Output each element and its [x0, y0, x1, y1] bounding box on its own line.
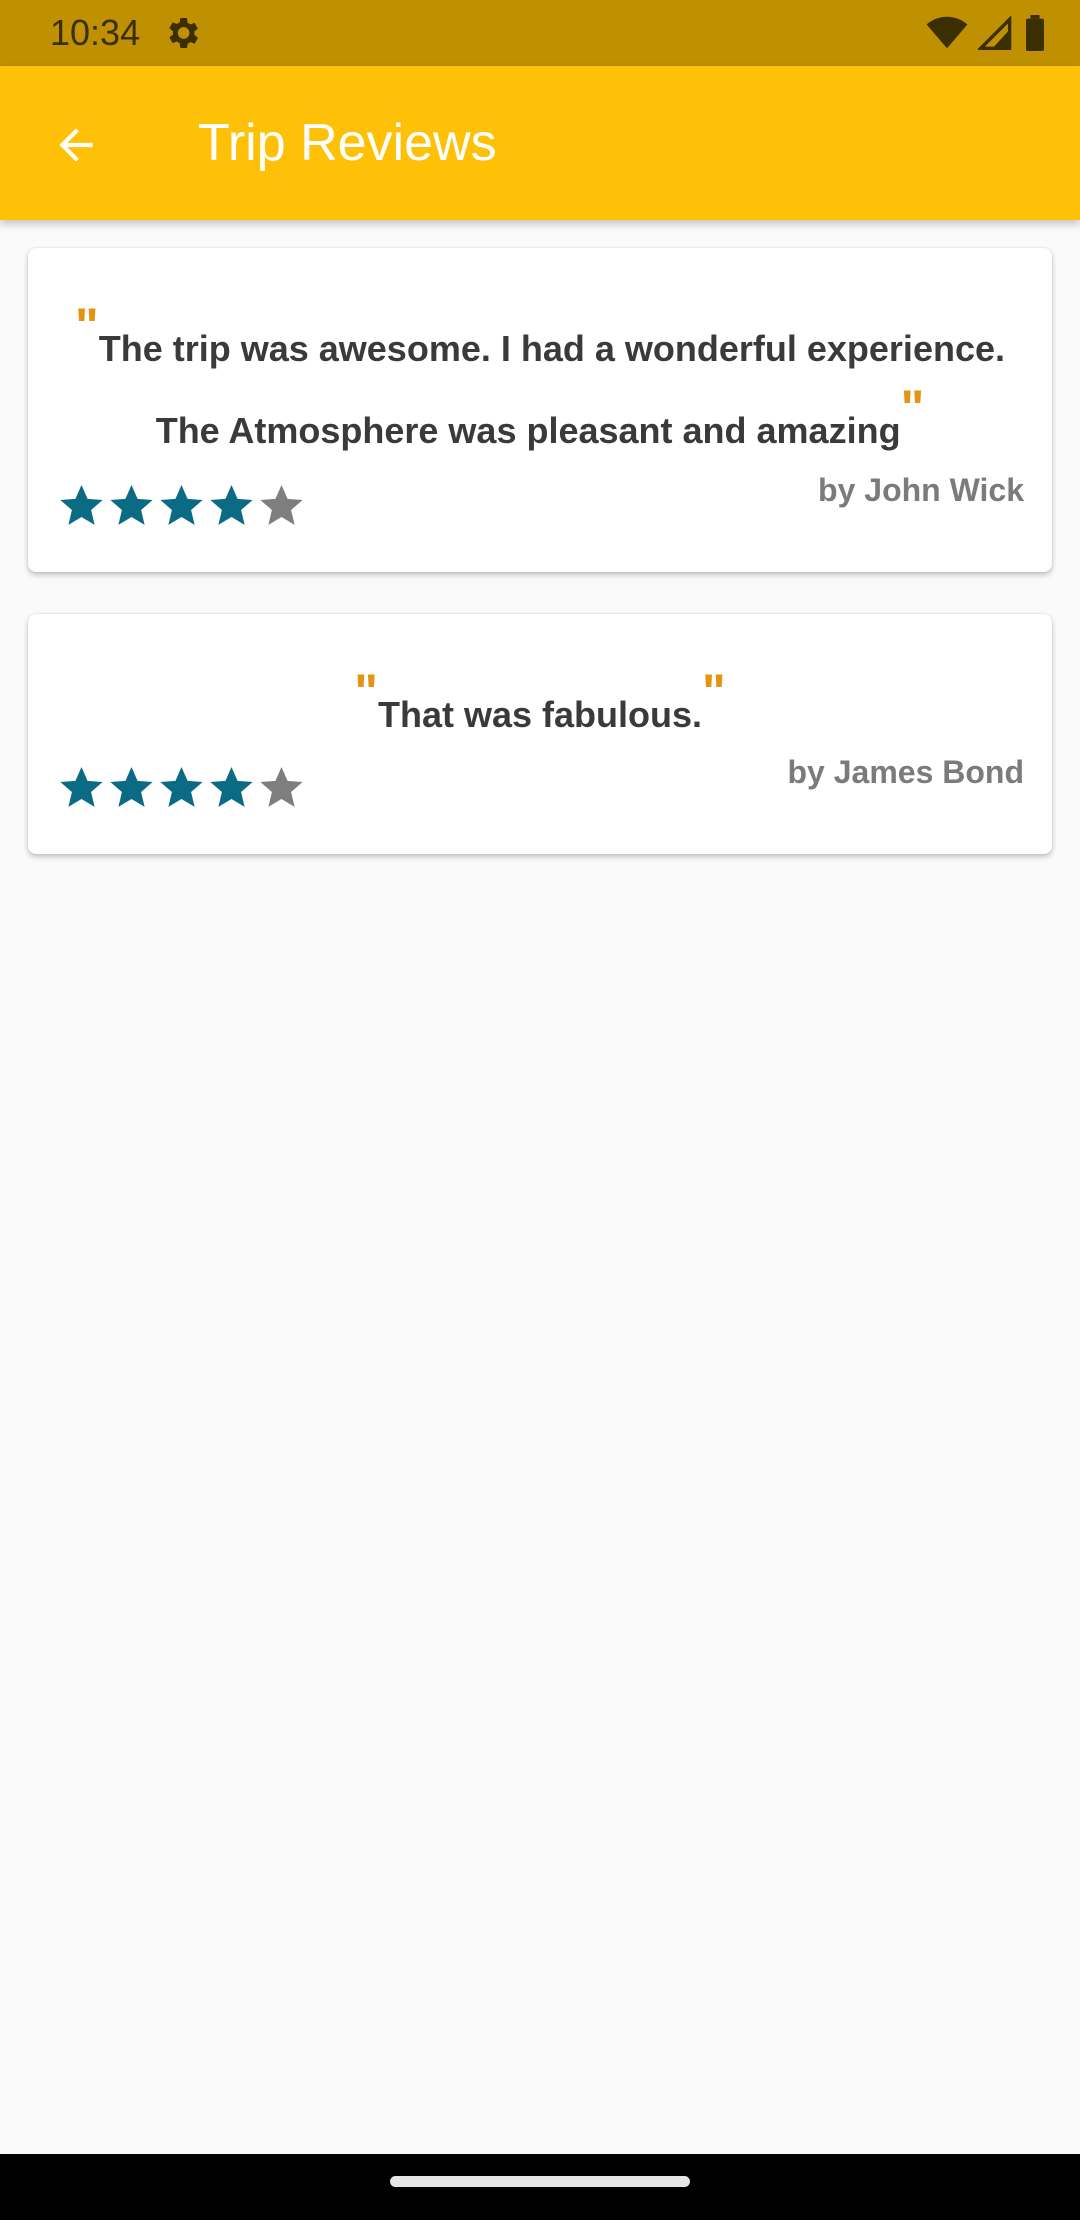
review-text: That was fabulous.: [377, 694, 703, 735]
app-bar: Trip Reviews: [0, 66, 1080, 220]
review-card[interactable]: "The trip was awesome. I had a wonderful…: [28, 248, 1052, 572]
review-text-line: "That was fabulous.": [28, 667, 1052, 739]
battery-icon: [1026, 15, 1044, 51]
signal-icon: [978, 16, 1012, 50]
home-indicator[interactable]: [390, 2176, 690, 2187]
star-filled-icon: [160, 484, 203, 525]
open-quote-icon: ": [75, 298, 99, 354]
star-empty-icon: [260, 766, 303, 807]
back-button[interactable]: [40, 109, 112, 181]
settings-gear-icon: [169, 18, 198, 48]
review-text-line: The Atmosphere was pleasant and amazing": [28, 383, 1052, 455]
star-filled-icon: [60, 766, 103, 807]
star-filled-icon: [110, 484, 153, 525]
navigation-bar: [0, 2154, 1080, 2220]
review-text: The Atmosphere was pleasant and amazing: [155, 410, 901, 451]
status-icons: [926, 14, 1046, 52]
rating-stars: [58, 482, 305, 529]
star-filled-icon: [60, 484, 103, 525]
status-bar: 10:34: [0, 0, 1080, 66]
star-filled-icon: [110, 766, 153, 807]
star-empty-icon: [260, 484, 303, 525]
wifi-icon: [926, 16, 968, 49]
review-author: by John Wick: [818, 472, 1024, 508]
status-time: 10:34: [50, 12, 141, 53]
review-author: by James Bond: [787, 754, 1024, 790]
star-filled-icon: [160, 766, 203, 807]
arrow-back-icon: [59, 128, 93, 162]
review-text-line: "The trip was awesome. I had a wonderful…: [28, 301, 1052, 373]
review-card[interactable]: "That was fabulous." by James Bond: [28, 614, 1052, 854]
review-text: The trip was awesome. I had a wonderful …: [98, 328, 1005, 369]
close-quote-icon: ": [900, 380, 925, 436]
star-filled-icon: [210, 766, 253, 807]
rating-stars: [58, 764, 305, 811]
page-title: Trip Reviews: [198, 114, 497, 172]
open-quote-icon: ": [354, 664, 378, 720]
close-quote-icon: ": [702, 664, 726, 720]
star-filled-icon: [210, 484, 253, 525]
